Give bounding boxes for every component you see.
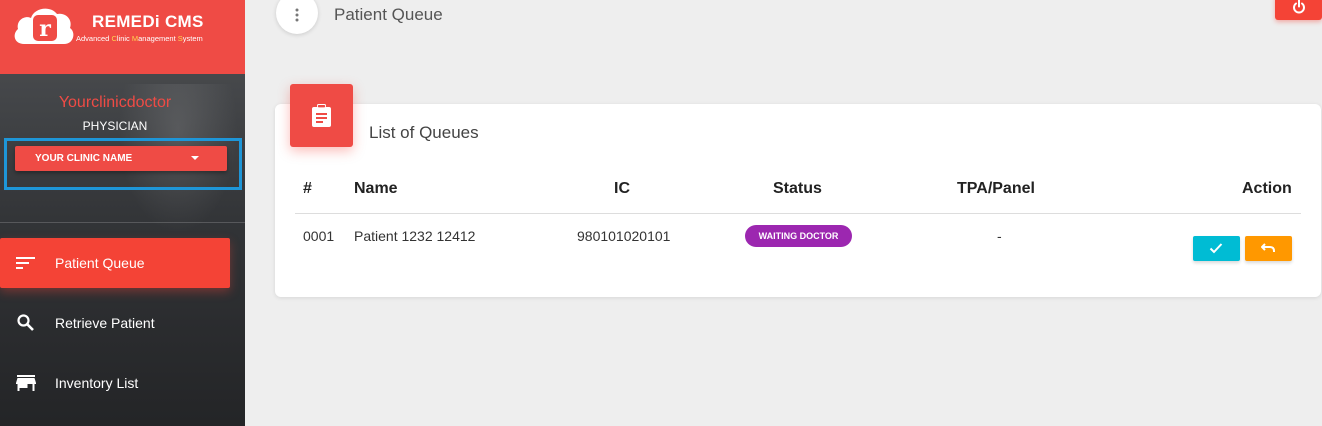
column-header-tpa-panel: TPA/Panel [957,180,1035,197]
undo-icon [1261,243,1275,252]
column-header-ic: IC [614,180,630,197]
user-name: Yourclinicdoctor [58,94,172,111]
user-role: PHYSICIAN [82,119,148,133]
column-header-action: Action [1242,180,1292,197]
sidebar-divider [0,222,245,223]
cloud-logo-icon: r [14,8,74,45]
column-header-status: Status [773,180,822,197]
page-title: Patient Queue [334,5,443,24]
sidebar: r REMEDi CMS Advanced Clinic Management … [0,0,245,426]
column-header-number: # [303,180,312,197]
clipboard-icon [312,104,331,127]
sidebar-item-label: Retrieve Patient [55,315,155,331]
check-icon [1209,243,1223,254]
more-menu-button[interactable] [276,0,318,34]
cell-tpa-panel: - [997,228,1002,244]
store-icon [16,375,36,391]
brand-title: REMEDi CMS [92,12,204,31]
cell-name: Patient 1232 12412 [354,228,476,244]
column-header-name: Name [354,180,398,197]
sidebar-item-inventory-list[interactable]: Inventory List [0,358,230,408]
table-header-divider [295,213,1301,214]
clinic-select-dropdown[interactable]: YOUR CLINIC NAME [15,146,227,171]
card-header-icon [290,84,353,147]
search-icon [17,314,34,331]
confirm-button[interactable] [1193,236,1240,261]
logout-button[interactable] [1275,0,1322,20]
status-badge: WAITING DOCTOR [745,225,852,247]
brand-subtitle: Advanced Clinic Management System [76,34,203,43]
brand-header[interactable]: r REMEDi CMS Advanced Clinic Management … [0,0,245,74]
sidebar-item-label: Patient Queue [55,255,145,271]
power-icon [1293,0,1305,14]
logo-letter: r [39,16,51,42]
sidebar-item-label: Inventory List [55,375,139,391]
cell-number: 0001 [303,228,335,244]
caret-down-icon [191,156,199,160]
cell-ic: 980101020101 [577,228,671,244]
sidebar-item-retrieve-patient[interactable]: Retrieve Patient [0,298,230,348]
sidebar-item-patient-queue[interactable]: Patient Queue [0,238,230,288]
return-button[interactable] [1245,236,1292,261]
card-title: List of Queues [369,123,479,142]
sort-icon [16,257,35,269]
more-vertical-icon [295,8,299,22]
clinic-select-value: YOUR CLINIC NAME [35,153,133,164]
